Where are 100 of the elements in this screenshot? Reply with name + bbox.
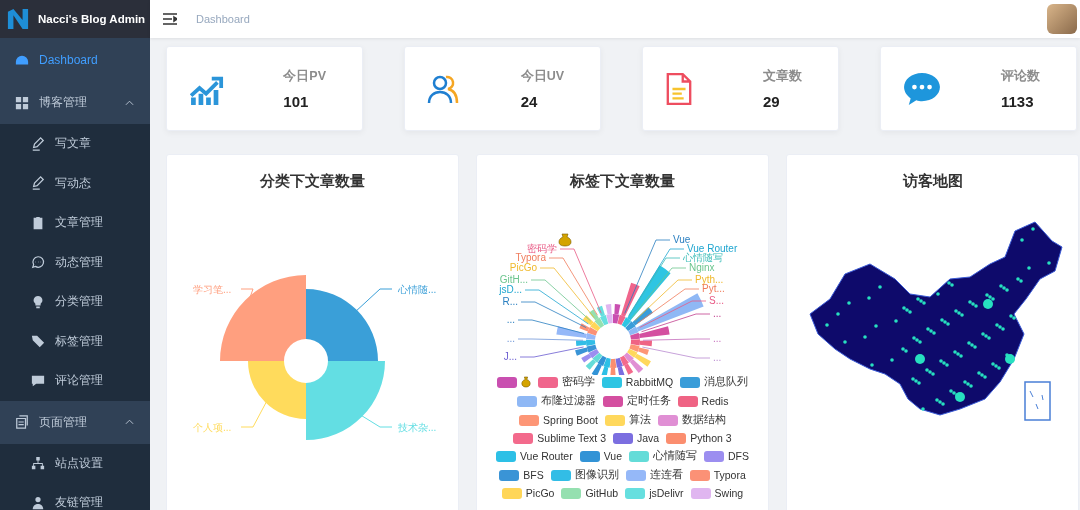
legend-label[interactable]: BFS bbox=[523, 469, 544, 481]
avatar[interactable] bbox=[1047, 4, 1077, 34]
legend-swatch[interactable] bbox=[613, 432, 633, 444]
legend-swatch[interactable] bbox=[537, 376, 558, 388]
leader-line bbox=[641, 346, 710, 359]
chart-label: ... bbox=[712, 352, 721, 363]
chart-label: ... bbox=[712, 308, 721, 319]
legend-label[interactable]: Sublime Text 3 bbox=[537, 432, 606, 444]
legend-swatch[interactable] bbox=[501, 487, 522, 499]
legend-label[interactable]: Java bbox=[637, 432, 660, 444]
chat-bubble-icon bbox=[903, 71, 941, 106]
pen-icon bbox=[31, 176, 45, 191]
legend-label[interactable]: Spring Boot bbox=[543, 414, 598, 426]
menu-icon[interactable] bbox=[163, 13, 177, 25]
legend-swatch[interactable] bbox=[550, 469, 571, 481]
stat-label: 评论数 bbox=[1001, 67, 1040, 85]
menu-item[interactable]: Dashboard bbox=[0, 38, 150, 81]
legend-swatch[interactable] bbox=[657, 414, 678, 426]
chart-label: 学习笔... bbox=[192, 284, 231, 295]
legend-swatch[interactable] bbox=[625, 487, 646, 499]
legend-label[interactable]: RabbitMQ bbox=[625, 376, 674, 388]
legend-swatch[interactable] bbox=[561, 487, 582, 499]
legend-swatch[interactable] bbox=[602, 395, 623, 407]
legend-swatch[interactable] bbox=[690, 487, 711, 499]
legend-label[interactable]: 图像识别 bbox=[574, 468, 619, 482]
legend-swatch[interactable] bbox=[680, 376, 701, 388]
chat-icon bbox=[31, 255, 45, 270]
legend-swatch[interactable] bbox=[496, 450, 516, 462]
document-icon bbox=[665, 71, 693, 106]
stat-value: 24 bbox=[520, 92, 538, 110]
chart-label: 个人项... bbox=[192, 422, 231, 433]
leader-line bbox=[642, 338, 710, 341]
legend-swatch[interactable] bbox=[499, 469, 520, 481]
pen-icon bbox=[31, 136, 45, 151]
legend-swatch[interactable] bbox=[496, 376, 517, 388]
bulb-icon bbox=[31, 294, 45, 309]
stat-value: 101 bbox=[283, 92, 309, 110]
legend-label[interactable]: Vue bbox=[603, 450, 622, 462]
chart-label: 技术杂... bbox=[397, 422, 436, 433]
sitemap-icon bbox=[31, 456, 45, 471]
legend-swatch[interactable] bbox=[519, 414, 540, 426]
stat-label: 文章数 bbox=[763, 67, 802, 85]
legend-swatch[interactable] bbox=[629, 450, 649, 462]
legend-swatch[interactable] bbox=[689, 469, 710, 481]
chevron-icon bbox=[125, 99, 134, 106]
legend-swatch[interactable] bbox=[604, 414, 625, 426]
legend-label[interactable]: 密码学 bbox=[561, 375, 595, 389]
chart-label: R... bbox=[501, 296, 518, 307]
menu-item[interactable]: 博客管理 bbox=[0, 81, 150, 124]
legend-label[interactable]: Vue Router bbox=[520, 450, 573, 462]
legend-swatch[interactable] bbox=[601, 376, 622, 388]
legend-label[interactable]: Python 3 bbox=[690, 432, 732, 444]
chart-label: J... bbox=[503, 351, 517, 362]
chart-label: GitH... bbox=[499, 274, 528, 285]
chart-label: 心情随写 bbox=[682, 252, 723, 263]
stat-value: 1133 bbox=[1001, 92, 1034, 110]
comment-icon bbox=[31, 373, 45, 388]
legend-label[interactable]: 连连看 bbox=[649, 468, 683, 482]
legend-swatch[interactable] bbox=[579, 450, 600, 462]
legend-swatch[interactable] bbox=[666, 432, 687, 444]
chart-label: Typora bbox=[514, 252, 546, 263]
chart-label: Pyth... bbox=[694, 274, 723, 285]
chart-label: ... bbox=[712, 333, 721, 344]
users-icon bbox=[31, 495, 45, 510]
legend-swatch[interactable] bbox=[677, 395, 698, 407]
legend-swatch[interactable] bbox=[516, 395, 537, 407]
chart-label: Pyt... bbox=[701, 283, 725, 294]
legend-label[interactable]: 数据结构 bbox=[681, 413, 726, 427]
chart-title: 标签下文章数量 bbox=[570, 172, 675, 191]
chart-label: 密码学 bbox=[526, 243, 557, 254]
clipboard-icon bbox=[31, 215, 45, 230]
legend-label[interactable]: GitHub bbox=[585, 487, 619, 499]
legend-label[interactable]: PicGo bbox=[525, 487, 555, 499]
leader-line bbox=[517, 338, 583, 341]
menu-item[interactable]: 页面管理 bbox=[0, 400, 150, 444]
logo-icon bbox=[7, 8, 29, 30]
tag-icon bbox=[31, 334, 45, 349]
legend-label[interactable]: 算法 bbox=[628, 413, 651, 427]
chart-label: Nginx bbox=[688, 262, 715, 273]
legend-swatch[interactable] bbox=[513, 432, 534, 444]
legend-swatch[interactable] bbox=[625, 469, 646, 481]
pages-icon bbox=[15, 415, 29, 429]
legend-label[interactable]: Swing bbox=[714, 487, 744, 499]
stat-value: 29 bbox=[763, 92, 780, 110]
legend-label[interactable]: jsDelivr bbox=[649, 487, 684, 499]
legend-label[interactable]: Typora bbox=[713, 469, 746, 481]
legend-label[interactable]: 心情随写 bbox=[653, 449, 697, 463]
legend-swatch[interactable] bbox=[704, 450, 724, 462]
legend-label[interactable]: 消息队列 bbox=[704, 375, 749, 389]
legend-label[interactable]: DFS bbox=[728, 450, 749, 462]
chart-title: 分类下文章数量 bbox=[260, 172, 365, 191]
leader-line bbox=[519, 346, 584, 358]
stat-label: 今日UV bbox=[520, 67, 564, 85]
chart-label: S... bbox=[708, 295, 724, 306]
money-bag-icon bbox=[520, 376, 531, 388]
legend-label[interactable]: 定时任务 bbox=[626, 394, 671, 408]
legend-label[interactable]: Redis bbox=[701, 395, 729, 407]
legend-label[interactable]: 布隆过滤器 bbox=[540, 394, 596, 408]
chevron-icon bbox=[125, 419, 134, 425]
chart-label: 心情随... bbox=[397, 284, 436, 295]
